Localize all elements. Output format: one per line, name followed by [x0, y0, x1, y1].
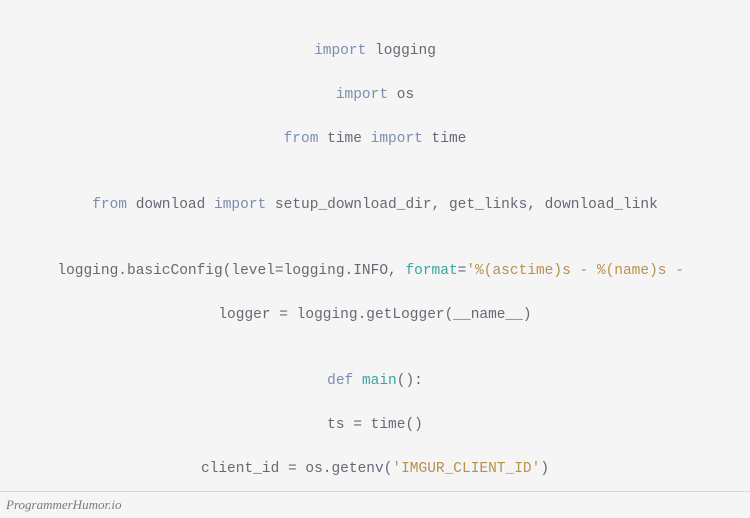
code-text: logging.basicConfig(level=logging.INFO,	[57, 263, 405, 279]
code-text: download	[127, 197, 214, 213]
param-format: format	[405, 263, 457, 279]
code-string: 'IMGUR_CLIENT_ID'	[392, 461, 540, 477]
code-text: )	[540, 461, 549, 477]
code-text: time	[318, 131, 370, 147]
code-line: from time import time	[0, 128, 750, 150]
keyword-import: import	[371, 131, 423, 147]
code-string: '%(asctime)s - %(name)s -	[466, 263, 692, 279]
code-line: from download import setup_download_dir,…	[0, 194, 750, 216]
code-line: import os	[0, 84, 750, 106]
code-line: logging.basicConfig(level=logging.INFO, …	[0, 260, 750, 282]
code-line: client_id = os.getenv('IMGUR_CLIENT_ID')	[0, 458, 750, 480]
code-block: import logging import os from time impor…	[0, 0, 750, 518]
code-line: import logging	[0, 40, 750, 62]
keyword-def: def	[327, 373, 362, 389]
code-line: logger = logging.getLogger(__name__)	[0, 304, 750, 326]
code-text: setup_download_dir, get_links, download_…	[266, 197, 658, 213]
code-text: client_id = os.getenv(	[201, 461, 392, 477]
code-text: os	[388, 87, 414, 103]
code-text: ():	[397, 373, 423, 389]
keyword-from: from	[92, 197, 127, 213]
function-name: main	[362, 373, 397, 389]
code-text: ts = time()	[327, 417, 423, 433]
keyword-import: import	[214, 197, 266, 213]
code-text: logger = logging.getLogger(__name__)	[218, 307, 531, 323]
code-line: def main():	[0, 370, 750, 392]
code-line: ts = time()	[0, 414, 750, 436]
keyword-from: from	[284, 131, 319, 147]
code-text: logging	[366, 43, 436, 59]
code-text: time	[423, 131, 467, 147]
keyword-import: import	[336, 87, 388, 103]
watermark-text: ProgrammerHumor.io	[0, 491, 750, 518]
keyword-import: import	[314, 43, 366, 59]
